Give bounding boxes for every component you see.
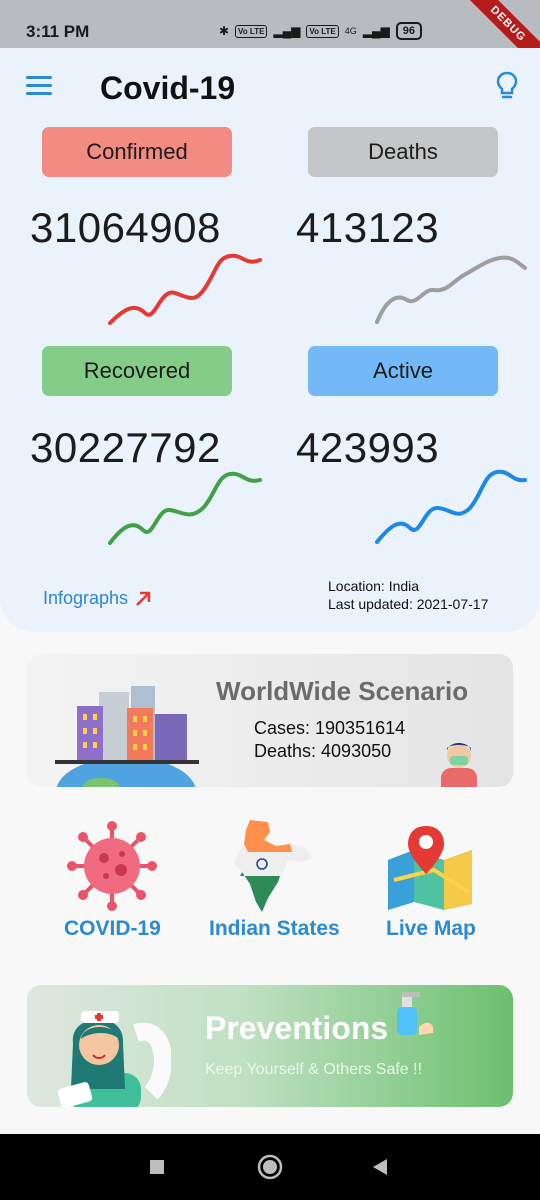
last-updated-text: Last updated: 2021-07-17 — [328, 596, 489, 612]
network-4g-label: 4G — [344, 26, 357, 36]
status-time: 3:11 PM — [26, 22, 90, 41]
back-button[interactable] — [371, 1158, 389, 1176]
system-nav-bar — [0, 1134, 540, 1200]
recovered-chip[interactable]: Recovered — [42, 346, 232, 396]
deaths-sparkline — [375, 255, 527, 324]
map-pin-icon — [388, 826, 472, 910]
worldwide-title: WorldWide Scenario — [216, 676, 469, 706]
masked-person-illustration — [441, 743, 477, 787]
deaths-chip[interactable]: Deaths — [308, 127, 498, 177]
lte-badge-2: Vo LTE — [306, 24, 339, 38]
recovered-value: 30227792 — [30, 424, 221, 471]
confirmed-value: 31064908 — [30, 204, 221, 251]
menu-icon[interactable] — [26, 76, 52, 96]
sanitizer-icon — [397, 992, 434, 1035]
arrow-up-right-icon — [136, 591, 151, 606]
signal-icon: ▂▄▆ — [273, 24, 301, 38]
worldwide-deaths: Deaths: 4093050 — [254, 741, 392, 761]
preventions-subtitle: Keep Yourself & Others Safe !! — [205, 1061, 423, 1078]
bluetooth-icon: ✱ — [218, 24, 230, 38]
lightbulb-icon[interactable] — [494, 70, 520, 102]
shortcut-covid19-label: COVID-19 — [64, 917, 161, 940]
signal-icon-2: ▂▄▆ — [362, 24, 390, 38]
shortcut-indian-states-label: Indian States — [209, 917, 340, 940]
recents-button[interactable] — [150, 1160, 164, 1174]
preventions-title: Preventions — [205, 1010, 389, 1046]
nurse-illustration — [57, 1011, 171, 1107]
infographs-label: Infographs — [43, 588, 129, 608]
recovered-sparkline — [108, 471, 262, 545]
shortcut-live-map-label: Live Map — [386, 917, 476, 940]
status-bar: 3:11 PM ✱ Vo LTE ▂▄▆ Vo LTE 4G ▂▄▆ 96 DE… — [0, 0, 540, 81]
infographs-link[interactable]: Infographs — [43, 588, 152, 609]
lte-badge-1: Vo LTE — [235, 24, 268, 38]
worldwide-cases: Cases: 190351614 — [254, 718, 406, 738]
deaths-value: 413123 — [296, 204, 440, 251]
city-globe-illustration — [55, 686, 199, 787]
location-info: Location: India Last updated: 2021-07-17 — [328, 577, 488, 613]
page-title: Covid-19 — [100, 70, 236, 106]
active-chip[interactable]: Active — [308, 346, 498, 396]
active-value: 423993 — [296, 424, 440, 471]
india-map-icon — [234, 820, 312, 912]
home-button[interactable] — [257, 1154, 283, 1180]
battery-indicator: 96 — [395, 22, 422, 40]
confirmed-chip[interactable]: Confirmed — [42, 127, 232, 177]
confirmed-sparkline — [108, 253, 262, 325]
virus-icon — [67, 821, 157, 911]
active-sparkline — [375, 469, 527, 544]
status-icons: ✱ Vo LTE ▂▄▆ Vo LTE 4G ▂▄▆ 96 — [219, 22, 422, 40]
location-text: Location: India — [328, 578, 420, 594]
